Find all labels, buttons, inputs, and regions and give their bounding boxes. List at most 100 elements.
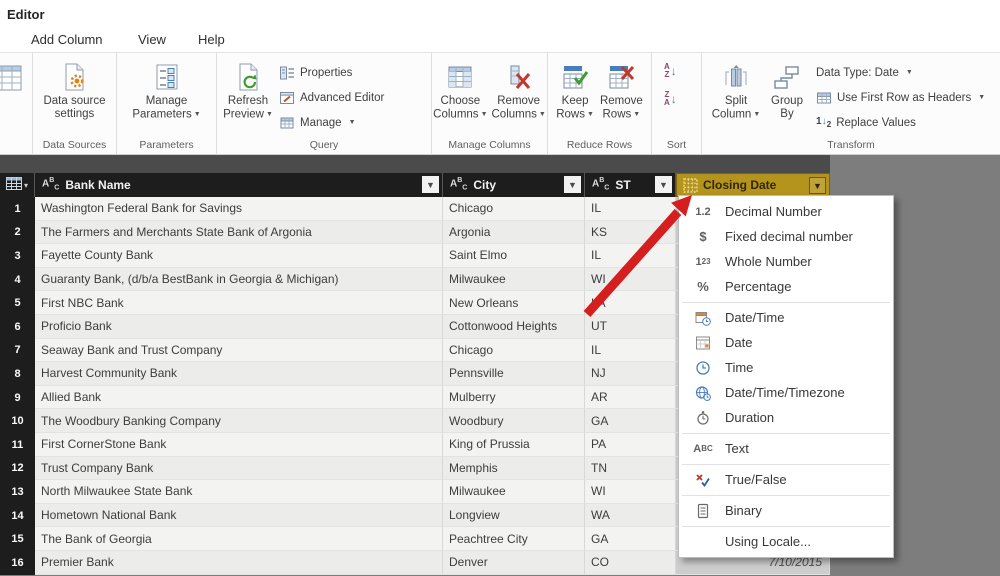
menu-item-percentage[interactable]: % Percentage [679,274,893,299]
advanced-editor-button[interactable]: Advanced Editor [279,85,384,110]
cell-city[interactable]: Chicago [443,197,585,221]
cell-bank-name[interactable]: The Woodbury Banking Company [35,409,443,433]
remove-rows-button[interactable]: Remove Rows▼ [600,53,643,122]
cell-st[interactable]: PA [585,433,676,457]
group-by-button[interactable]: Group By [764,53,810,121]
cell-st[interactable]: AR [585,386,676,410]
menu-item-text[interactable]: ABC Text [679,436,893,461]
row-number[interactable]: 2 [0,221,35,245]
menu-item-fixed-decimal[interactable]: $ Fixed decimal number [679,224,893,249]
menu-item-time[interactable]: Time [679,355,893,380]
sort-ascending-button[interactable]: AZ ↓ [664,60,677,82]
sort-descending-button[interactable]: ZA ↓ [664,88,677,110]
row-number[interactable]: 15 [0,527,35,551]
menu-item-duration[interactable]: Duration [679,405,893,430]
cell-city[interactable]: Cottonwood Heights [443,315,585,339]
cell-bank-name[interactable]: North Milwaukee State Bank [35,480,443,504]
cell-bank-name[interactable]: Fayette County Bank [35,244,443,268]
row-number[interactable]: 16 [0,551,35,575]
menu-item-whole-number[interactable]: 123 Whole Number [679,249,893,274]
cell-city[interactable]: Milwaukee [443,268,585,292]
row-number[interactable]: 11 [0,433,35,457]
cell-bank-name[interactable]: Seaway Bank and Trust Company [35,339,443,363]
cell-city[interactable]: New Orleans [443,291,585,315]
cell-st[interactable]: UT [585,315,676,339]
cell-st[interactable]: CO [585,551,676,575]
menu-item-truefalse[interactable]: True/False [679,467,893,492]
cell-bank-name[interactable]: The Farmers and Merchants State Bank of … [35,221,443,245]
cell-st[interactable]: IL [585,197,676,221]
menu-item-datetime[interactable]: Date/Time [679,305,893,330]
row-number[interactable]: 7 [0,339,35,363]
refresh-preview-button[interactable]: Refresh Preview▼ [217,53,279,122]
row-number[interactable]: 3 [0,244,35,268]
cell-city[interactable]: Peachtree City [443,527,585,551]
column-header-st[interactable]: ABC ST ▼ [585,173,676,197]
row-number[interactable]: 4 [0,268,35,292]
manage-button[interactable]: Manage ▼ [279,110,384,135]
cell-bank-name[interactable]: Proficio Bank [35,315,443,339]
filter-button-bank-name[interactable]: ▼ [422,176,439,193]
cell-bank-name[interactable]: Trust Company Bank [35,457,443,481]
cell-st[interactable]: WA [585,504,676,528]
cell-bank-name[interactable]: First CornerStone Bank [35,433,443,457]
keep-rows-button[interactable]: Keep Rows▼ [556,53,594,122]
cell-st[interactable]: TN [585,457,676,481]
closing-type-icon[interactable] [681,177,699,193]
row-number[interactable]: 5 [0,291,35,315]
tab-add-column[interactable]: Add Column [31,32,103,47]
replace-values-button[interactable]: 1↓2 Replace Values [816,110,985,135]
cell-city[interactable]: Memphis [443,457,585,481]
row-number[interactable]: 13 [0,480,35,504]
menu-item-decimal-number[interactable]: 1.2 Decimal Number [679,199,893,224]
cell-bank-name[interactable]: Hometown National Bank [35,504,443,528]
row-number[interactable]: 14 [0,504,35,528]
manage-parameters-button[interactable]: Manage Parameters▼ [132,53,200,122]
cell-bank-name[interactable]: Premier Bank [35,551,443,575]
tab-help[interactable]: Help [198,32,225,47]
row-number[interactable]: 12 [0,457,35,481]
cell-city[interactable]: Chicago [443,339,585,363]
cell-st[interactable]: WI [585,480,676,504]
select-all-button[interactable]: ▾ [0,173,35,197]
cell-bank-name[interactable]: Allied Bank [35,386,443,410]
remove-columns-button[interactable]: Remove Columns▼ [492,53,546,122]
cell-city[interactable]: Argonia [443,221,585,245]
menu-item-using-locale[interactable]: Using Locale... [679,529,893,554]
cell-bank-name[interactable]: First NBC Bank [35,291,443,315]
row-number[interactable]: 8 [0,362,35,386]
use-first-row-as-headers-button[interactable]: Use First Row as Headers ▼ [816,85,985,110]
filter-button-closing-date[interactable]: ▼ [809,177,826,194]
cell-bank-name[interactable]: Harvest Community Bank [35,362,443,386]
cell-city[interactable]: Milwaukee [443,480,585,504]
cell-city[interactable]: Longview [443,504,585,528]
column-header-bank-name[interactable]: ABC Bank Name ▼ [35,173,443,197]
column-header-city[interactable]: ABC City ▼ [443,173,585,197]
cell-st[interactable]: IL [585,339,676,363]
cell-bank-name[interactable]: Guaranty Bank, (d/b/a BestBank in Georgi… [35,268,443,292]
cell-city[interactable]: King of Prussia [443,433,585,457]
cell-st[interactable]: KS [585,221,676,245]
tab-view[interactable]: View [138,32,166,47]
row-number[interactable]: 9 [0,386,35,410]
choose-columns-button[interactable]: Choose Columns▼ [433,53,487,122]
menu-item-date[interactable]: Date [679,330,893,355]
row-number[interactable]: 1 [0,197,35,221]
cell-city[interactable]: Saint Elmo [443,244,585,268]
column-header-closing-date[interactable]: Closing Date ▼ [676,173,830,197]
cell-bank-name[interactable]: Washington Federal Bank for Savings [35,197,443,221]
cell-city[interactable]: Mulberry [443,386,585,410]
cell-st[interactable]: WI [585,268,676,292]
row-number[interactable]: 6 [0,315,35,339]
cell-city[interactable]: Woodbury [443,409,585,433]
menu-item-datetimezone[interactable]: Date/Time/Timezone [679,380,893,405]
cell-bank-name[interactable]: The Bank of Georgia [35,527,443,551]
split-column-button[interactable]: Split Column▼ [708,53,764,122]
cell-st[interactable]: GA [585,409,676,433]
data-source-settings-button[interactable]: Data source settings [43,53,105,121]
cell-st[interactable]: NJ [585,362,676,386]
cell-st[interactable]: LA [585,291,676,315]
filter-button-st[interactable]: ▼ [655,176,672,193]
cell-st[interactable]: GA [585,527,676,551]
data-type-button[interactable]: Data Type: Date ▼ [816,60,985,85]
